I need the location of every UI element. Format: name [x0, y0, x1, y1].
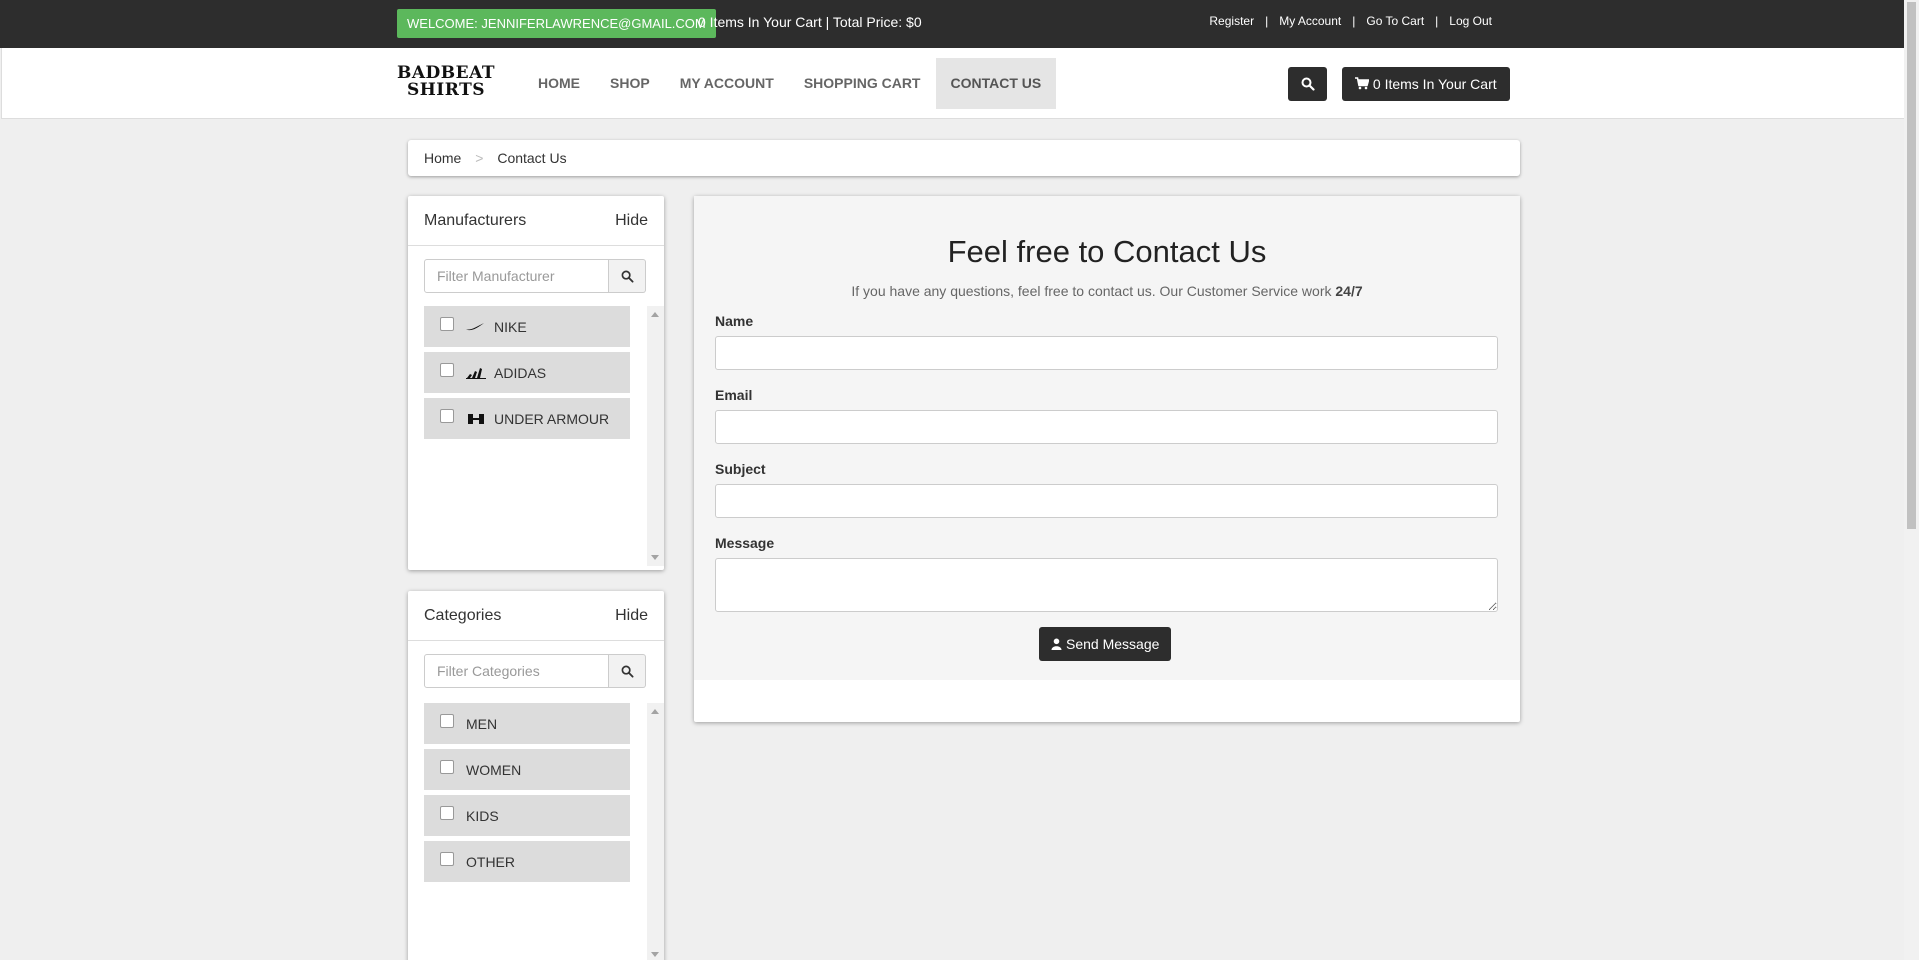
category-label: KIDS — [466, 807, 499, 824]
contact-subtitle-text: If you have any questions, feel free to … — [851, 283, 1332, 299]
shopping-cart-icon — [1355, 77, 1370, 90]
category-label: WOMEN — [466, 761, 522, 778]
top-bar: WELCOME: JENNIFERLAWRENCE@GMAIL.COM 0 It… — [0, 0, 1904, 48]
categories-title: Categories — [424, 606, 502, 624]
my-account-link[interactable]: My Account — [1279, 14, 1341, 28]
category-filter-input[interactable] — [424, 654, 609, 688]
manufacturer-item-adidas[interactable]: ADIDAS — [424, 352, 630, 393]
manufacturer-filter-button[interactable] — [609, 259, 646, 293]
manufacturer-checkbox[interactable] — [440, 408, 454, 423]
search-icon — [1301, 77, 1315, 91]
link-separator: | — [1435, 14, 1439, 28]
scroll-down-arrow-icon[interactable] — [651, 952, 659, 957]
scroll-down-arrow-icon[interactable] — [651, 555, 659, 560]
nav-item-my-account[interactable]: MY ACCOUNT — [665, 58, 789, 109]
page-scrollbar[interactable] — [1904, 0, 1919, 960]
manufacturer-list: NIKE ADIDAS UNDER ARMOUR — [424, 306, 664, 566]
category-item-women[interactable]: WOMEN — [424, 749, 630, 790]
cart-summary: 0 Items In Your Cart | Total Price: $0 — [698, 14, 922, 30]
manufacturer-item-nike[interactable]: NIKE — [424, 306, 630, 347]
send-message-label: Send Message — [1066, 636, 1160, 652]
email-field[interactable] — [715, 410, 1498, 444]
category-checkbox[interactable] — [440, 713, 454, 728]
nav-item-contact-us[interactable]: CONTACT US — [935, 58, 1057, 109]
manufacturer-filter-input[interactable] — [424, 259, 609, 293]
scroll-up-arrow-icon[interactable] — [651, 312, 659, 317]
contact-subtitle: If you have any questions, feel free to … — [694, 283, 1520, 299]
logo-line-2: SHIRTS — [406, 80, 486, 100]
contact-form: Feel free to Contact Us If you have any … — [694, 196, 1520, 680]
nav-item-home[interactable]: HOME — [523, 58, 595, 109]
name-label: Name — [715, 313, 754, 329]
breadcrumb-separator: > — [475, 150, 484, 166]
nav-item-shopping-cart[interactable]: SHOPPING CART — [789, 58, 936, 109]
category-filter-button[interactable] — [609, 654, 646, 688]
manufacturers-header: Manufacturers Hide — [408, 196, 664, 246]
category-item-men[interactable]: MEN — [424, 703, 630, 744]
adidas-logo-icon — [466, 367, 486, 379]
category-checkbox[interactable] — [440, 759, 454, 774]
contact-subtitle-hours: 24/7 — [1335, 283, 1363, 299]
breadcrumb-current: Contact Us — [497, 150, 567, 166]
manufacturers-panel: Manufacturers Hide NIKE ADIDAS — [408, 196, 664, 570]
manufacturers-hide-button[interactable]: Hide — [615, 212, 648, 230]
nav-menu: HOME SHOP MY ACCOUNT SHOPPING CART CONTA… — [523, 58, 1057, 109]
breadcrumb-home[interactable]: Home — [424, 150, 461, 166]
manufacturer-checkbox[interactable] — [440, 316, 454, 331]
site-logo[interactable]: BADBEAT SHIRTS — [385, 65, 507, 99]
breadcrumb: Home > Contact Us — [408, 140, 1520, 176]
top-links: Register | My Account | Go To Cart | Log… — [1209, 14, 1492, 28]
categories-panel: Categories Hide MEN WOMEN KIDS OTHER — [408, 591, 664, 960]
welcome-badge: WELCOME: JENNIFERLAWRENCE@GMAIL.COM — [397, 9, 716, 38]
category-item-kids[interactable]: KIDS — [424, 795, 630, 836]
message-field[interactable] — [715, 558, 1498, 612]
link-separator: | — [1352, 14, 1356, 28]
log-out-link[interactable]: Log Out — [1449, 14, 1492, 28]
manufacturer-label: NIKE — [494, 318, 527, 335]
under-armour-logo-icon — [466, 413, 486, 425]
category-checkbox[interactable] — [440, 805, 454, 820]
manufacturer-list-scrollbar[interactable] — [647, 306, 664, 566]
email-label: Email — [715, 387, 753, 403]
contact-form-card: Feel free to Contact Us If you have any … — [694, 196, 1520, 722]
category-label: OTHER — [466, 853, 515, 870]
main-navbar: BADBEAT SHIRTS HOME SHOP MY ACCOUNT SHOP… — [1, 48, 1904, 119]
send-message-button[interactable]: Send Message — [1039, 627, 1172, 661]
contact-heading: Feel free to Contact Us — [947, 234, 1267, 269]
category-checkbox[interactable] — [440, 851, 454, 866]
scroll-up-arrow-icon[interactable] — [651, 709, 659, 714]
search-icon — [621, 270, 634, 283]
nav-item-shop[interactable]: SHOP — [595, 58, 665, 109]
link-separator: | — [1265, 14, 1269, 28]
message-label: Message — [715, 535, 775, 551]
subject-label: Subject — [715, 461, 766, 477]
search-button[interactable] — [1288, 67, 1327, 101]
name-field[interactable] — [715, 336, 1498, 370]
manufacturer-filter — [424, 259, 646, 293]
categories-hide-button[interactable]: Hide — [615, 607, 648, 625]
page-scrollbar-thumb[interactable] — [1907, 2, 1916, 529]
manufacturer-label: ADIDAS — [494, 364, 547, 381]
subject-field[interactable] — [715, 484, 1498, 518]
cart-button-label: 0 Items In Your Cart — [1372, 76, 1497, 92]
search-icon — [621, 665, 634, 678]
category-list: MEN WOMEN KIDS OTHER — [424, 703, 664, 960]
category-list-scrollbar[interactable] — [647, 703, 664, 960]
manufacturer-label: UNDER ARMOUR — [494, 410, 610, 427]
cart-button[interactable]: 0 Items In Your Cart — [1342, 67, 1510, 101]
category-label: MEN — [466, 715, 498, 732]
categories-header: Categories Hide — [408, 591, 664, 641]
manufacturer-checkbox[interactable] — [440, 362, 454, 377]
user-icon — [1051, 638, 1062, 650]
manufacturer-item-under-armour[interactable]: UNDER ARMOUR — [424, 398, 630, 439]
category-item-other[interactable]: OTHER — [424, 841, 630, 882]
go-to-cart-link[interactable]: Go To Cart — [1366, 14, 1424, 28]
register-link[interactable]: Register — [1209, 14, 1254, 28]
category-filter — [424, 654, 646, 688]
nike-logo-icon — [466, 322, 486, 331]
manufacturers-title: Manufacturers — [424, 211, 527, 229]
